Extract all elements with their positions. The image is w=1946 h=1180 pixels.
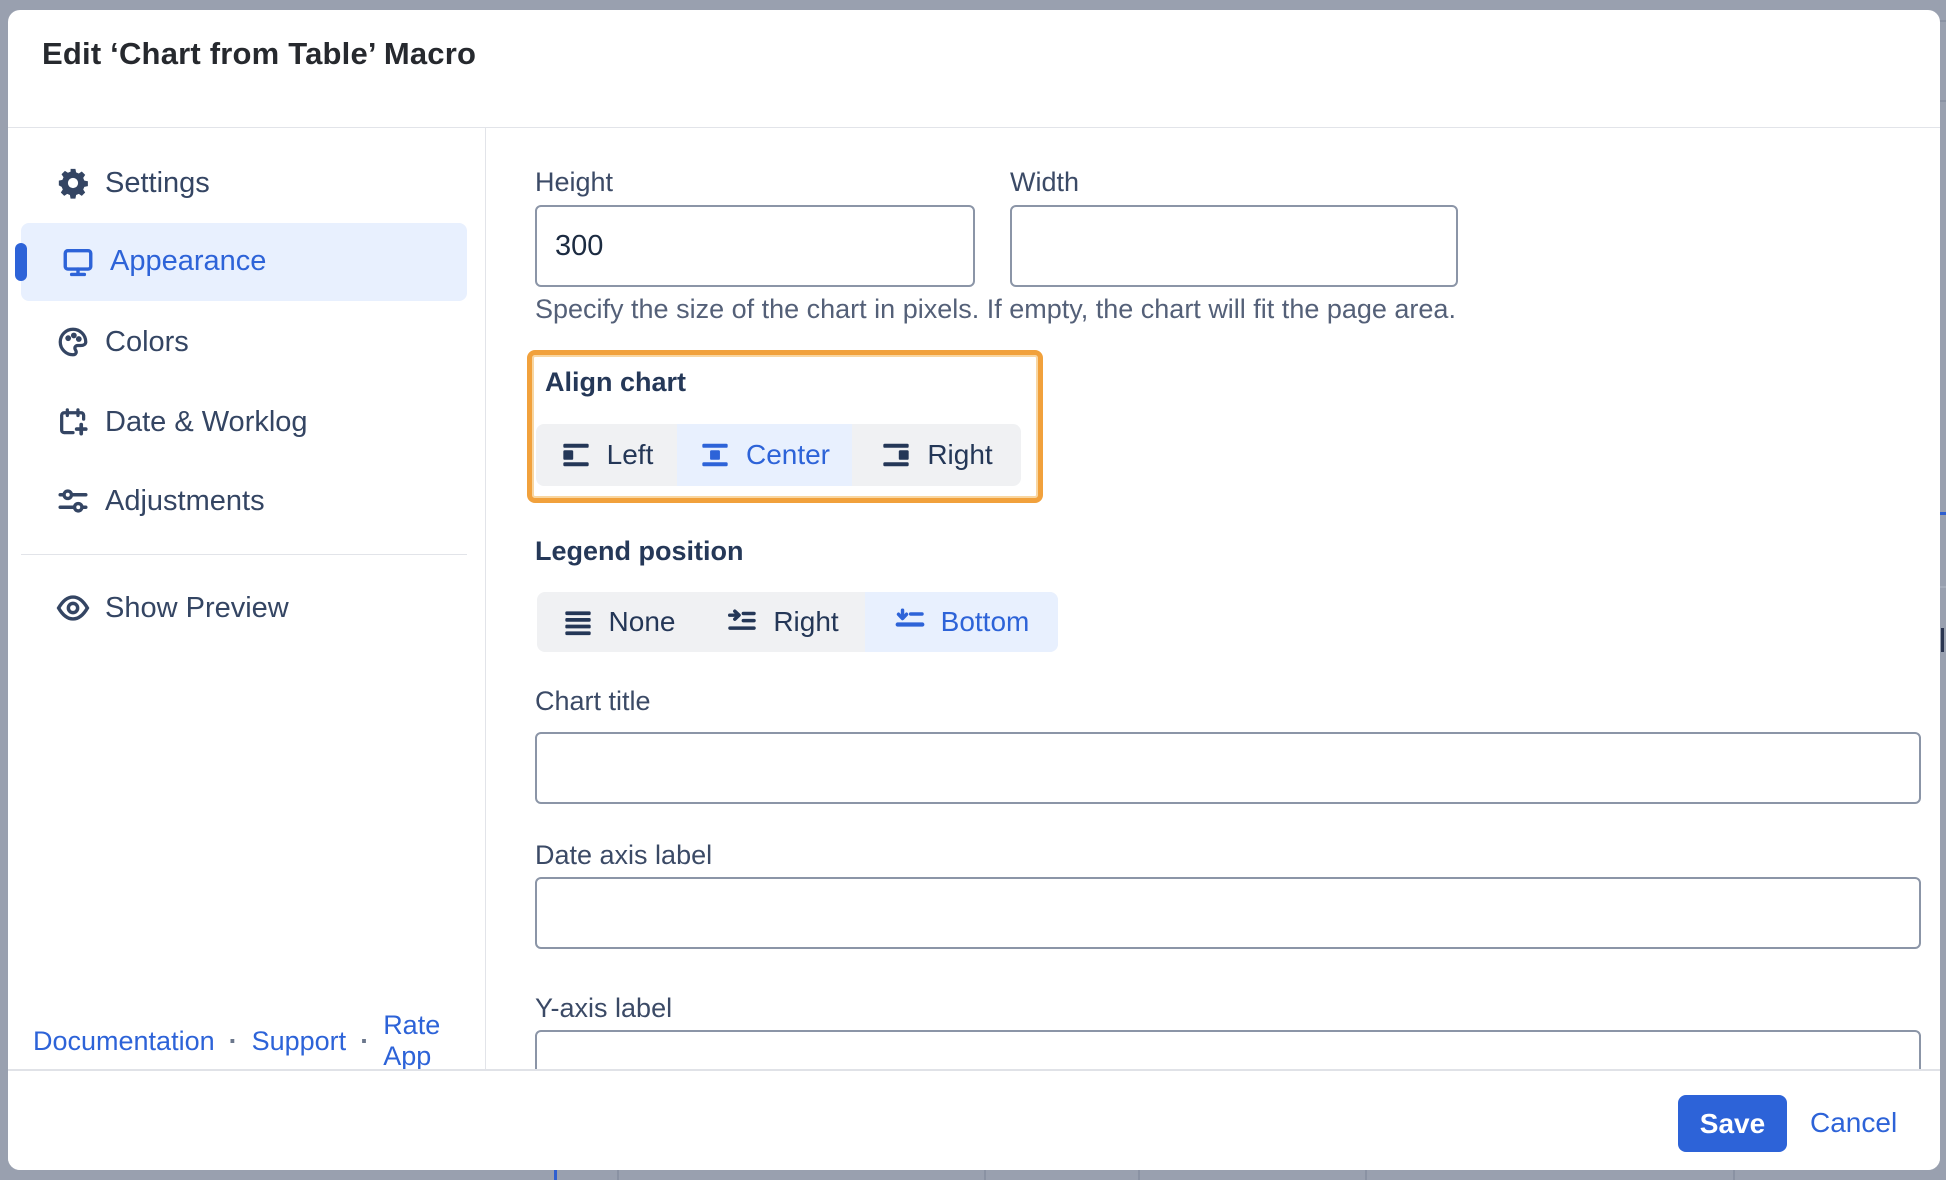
backdrop-row-line: [1940, 20, 1946, 22]
legend-bottom-icon: [895, 608, 925, 627]
chart-title-label: Chart title: [535, 686, 651, 716]
backdrop-table-line: [984, 1170, 986, 1180]
y-axis-label: Y-axis label: [535, 993, 673, 1023]
legend-bottom-label: Bottom: [940, 606, 1030, 637]
height-input[interactable]: [535, 205, 975, 287]
align-right-icon: [883, 443, 909, 467]
legend-bottom-button[interactable]: Bottom: [865, 592, 1058, 652]
align-chart-control: Left Center Right: [536, 424, 1021, 486]
date-axis-input[interactable]: [535, 877, 1921, 949]
documentation-link[interactable]: Documentation: [33, 1026, 215, 1057]
chart-title-input[interactable]: [535, 732, 1921, 804]
align-left-label: Left: [606, 439, 654, 470]
size-helper-text: Specify the size of the chart in pixels.…: [535, 294, 1456, 324]
eye-icon: [55, 590, 91, 626]
backdrop-row-line: [1940, 512, 1946, 515]
dialog-title: Edit ‘Chart from Table’ Macro: [42, 36, 477, 71]
monitor-icon: [60, 244, 96, 280]
dialog-footer: Save Cancel: [8, 1069, 1940, 1170]
sidebar-item-date-worklog[interactable]: Date & Worklog: [8, 394, 485, 450]
backdrop-table-line: [617, 1170, 619, 1180]
dot-separator: ·: [228, 1025, 238, 1056]
legend-right-button[interactable]: Right: [700, 592, 865, 652]
gear-icon: [55, 165, 91, 201]
legend-none-button[interactable]: None: [537, 592, 700, 652]
rate-app-link[interactable]: Rate App: [383, 1010, 473, 1072]
calendar-plus-icon: [55, 404, 91, 440]
sidebar-item-appearance[interactable]: Appearance: [21, 223, 467, 301]
align-right-label: Right: [927, 439, 993, 470]
align-center-button[interactable]: Center: [677, 424, 852, 486]
align-chart-label: Align chart: [545, 367, 687, 397]
width-label: Width: [1010, 167, 1080, 197]
align-left-button[interactable]: Left: [536, 424, 677, 486]
height-label: Height: [535, 167, 614, 197]
backdrop-row-line: [1940, 586, 1946, 588]
legend-right-icon: [728, 609, 757, 630]
selected-indicator: [15, 243, 27, 281]
sidebar-item-label: Colors: [105, 325, 189, 358]
backdrop-row-line: [1940, 100, 1946, 102]
sidebar-item-label: Appearance: [110, 245, 267, 277]
show-preview-label: Show Preview: [105, 591, 289, 624]
sidebar-item-label: Settings: [105, 166, 210, 199]
backdrop-table-line: [1365, 1170, 1367, 1180]
width-input[interactable]: [1010, 205, 1458, 287]
sidebar-item-label: Date & Worklog: [105, 405, 308, 438]
cancel-button[interactable]: Cancel: [1810, 1107, 1897, 1139]
screen: { "dialog": { "title": "Edit ‘Chart from…: [0, 0, 1946, 1180]
sidebar-item-adjustments[interactable]: Adjustments: [8, 473, 485, 529]
support-link[interactable]: Support: [252, 1026, 347, 1057]
sliders-icon: [55, 483, 91, 519]
dot-separator: ·: [360, 1025, 370, 1056]
backdrop-table-line: [554, 1170, 557, 1180]
legend-position-label: Legend position: [535, 536, 744, 566]
align-center-icon: [702, 443, 728, 467]
sidebar-item-label: Adjustments: [105, 484, 265, 517]
sidebar-item-settings[interactable]: Settings: [8, 155, 485, 211]
align-left-icon: [562, 443, 589, 467]
palette-icon: [55, 324, 91, 360]
sidebar-divider: [485, 128, 486, 1069]
align-right-button[interactable]: Right: [852, 424, 1021, 486]
header-divider: [8, 127, 1940, 128]
sidebar-footer-links: Documentation · Support · Rate App: [33, 1010, 473, 1072]
show-preview-button[interactable]: Show Preview: [8, 580, 485, 636]
edit-macro-dialog: Edit ‘Chart from Table’ Macro Settings A…: [8, 10, 1940, 1170]
legend-position-control: None Right Bottom: [537, 592, 1058, 652]
sidebar-separator: [21, 554, 467, 555]
backdrop-table-line: [1733, 1170, 1735, 1180]
date-axis-label: Date axis label: [535, 840, 713, 870]
save-button[interactable]: Save: [1678, 1095, 1787, 1152]
backdrop-text-mark: [1941, 628, 1944, 652]
legend-none-icon: [564, 611, 591, 636]
sidebar-item-colors[interactable]: Colors: [8, 314, 485, 370]
legend-right-label: Right: [773, 606, 839, 637]
align-center-label: Center: [745, 439, 831, 470]
backdrop-table-line: [1138, 1170, 1140, 1180]
legend-none-label: None: [608, 606, 676, 637]
